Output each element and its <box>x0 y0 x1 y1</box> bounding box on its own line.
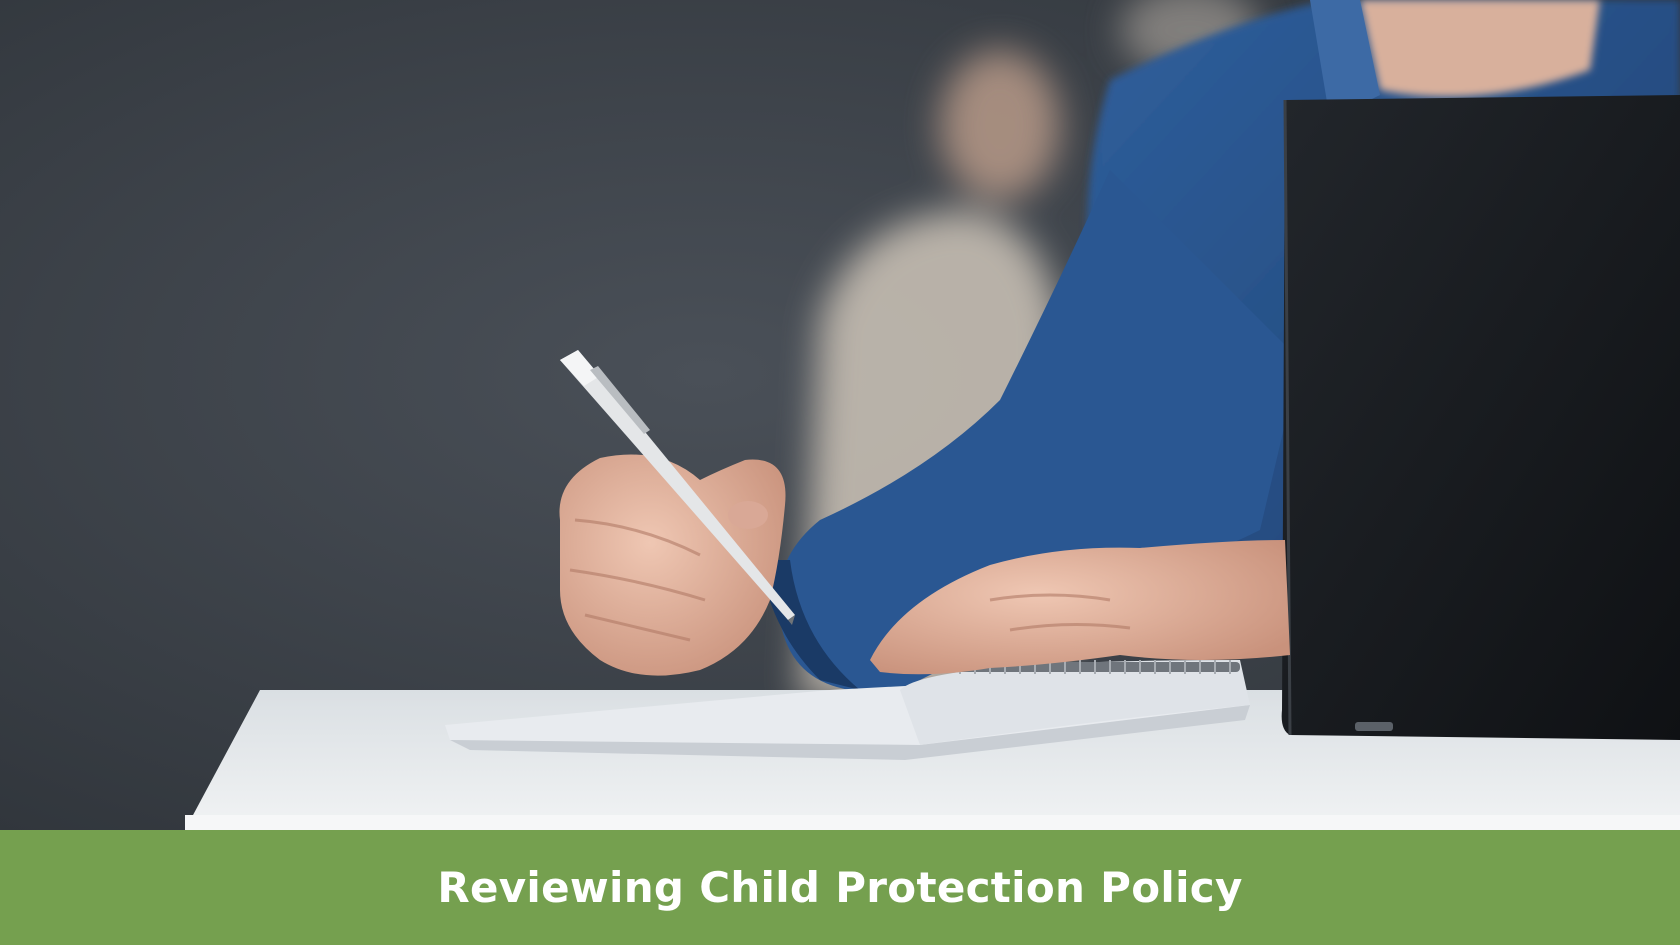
caption-bar: Reviewing Child Protection Policy <box>0 830 1680 945</box>
laptop-icon <box>1281 95 1680 740</box>
office-writing-photo <box>0 0 1680 830</box>
image-frame: Reviewing Child Protection Policy <box>0 0 1680 945</box>
caption-text: Reviewing Child Protection Policy <box>437 863 1243 912</box>
